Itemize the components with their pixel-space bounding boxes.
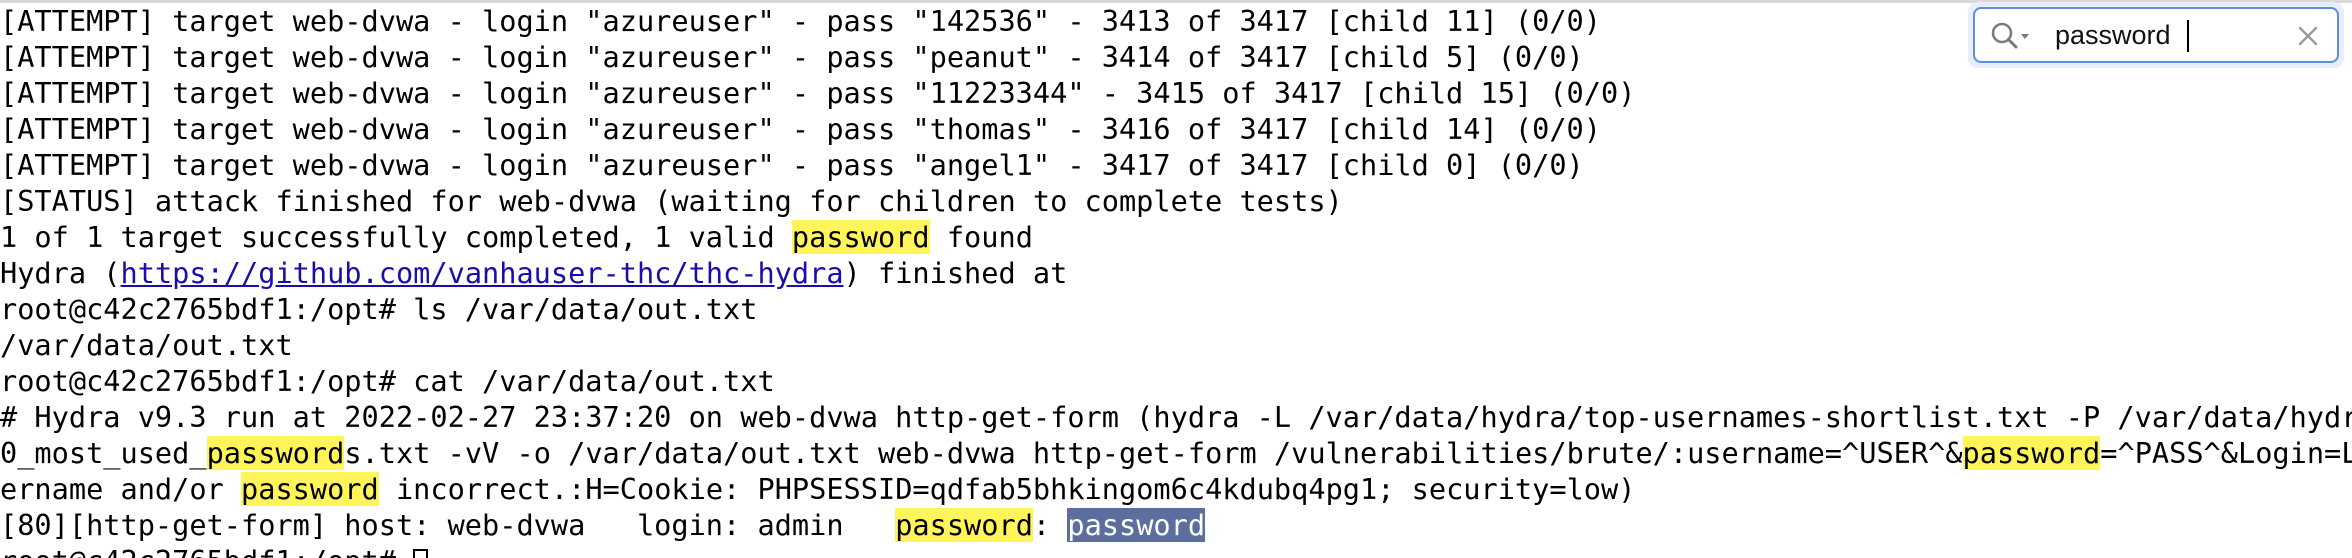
close-icon[interactable] <box>2293 21 2323 51</box>
line-text: ) finished at <box>843 256 1068 290</box>
terminal-line: 0_most_used_passwords.txt -vV -o /var/da… <box>0 435 2352 471</box>
terminal-line: [ATTEMPT] target web-dvwa - login "azure… <box>0 76 1636 110</box>
find-bar <box>1968 2 2344 68</box>
line-text: Hydra ( <box>0 256 121 290</box>
terminal-line: [ATTEMPT] target web-dvwa - login "azure… <box>0 112 1601 146</box>
find-input[interactable] <box>2055 17 2285 53</box>
terminal-line: 1 of 1 target successfully completed, 1 … <box>0 219 2352 255</box>
line-text: : <box>1032 508 1068 542</box>
terminal-line: Hydra (https://github.com/vanhauser-thc/… <box>0 255 2352 291</box>
terminal-line: /var/data/out.txt <box>0 328 293 362</box>
terminal-line: [80][http-get-form] host: web-dvwa login… <box>0 507 2352 543</box>
shell-prompt: root@c42c2765bdf1:/opt# <box>0 544 413 558</box>
terminal-line: root@c42c2765bdf1:/opt# ls /var/data/out… <box>0 292 758 326</box>
line-text: 0_most_used_ <box>0 436 207 470</box>
search-icon[interactable] <box>1989 20 2033 52</box>
line-text: ername and/or <box>0 472 242 506</box>
search-match: password <box>791 220 930 254</box>
terminal-output[interactable]: [ATTEMPT] target web-dvwa - login "azure… <box>0 3 2352 558</box>
current-search-match: password <box>1067 508 1206 542</box>
terminal-line: [STATUS] attack finished for web-dvwa (w… <box>0 184 1343 218</box>
github-link[interactable]: https://github.com/vanhauser-thc/thc-hyd… <box>121 256 844 290</box>
terminal-window[interactable]: [ATTEMPT] target web-dvwa - login "azure… <box>0 0 2352 558</box>
line-text: found <box>929 220 1033 254</box>
line-text: 1 of 1 target successfully completed, 1 … <box>0 220 792 254</box>
search-match: password <box>895 508 1033 542</box>
search-match: password <box>241 472 379 506</box>
line-text: incorrect.:H=Cookie: PHPSESSID=qdfab5bhk… <box>378 472 1636 506</box>
search-match: password <box>1962 436 2101 470</box>
terminal-line: root@c42c2765bdf1:/opt# cat /var/data/ou… <box>0 364 775 398</box>
line-text: s.txt -vV -o /var/data/out.txt web-dvwa … <box>344 436 1963 470</box>
terminal-line: [ATTEMPT] target web-dvwa - login "azure… <box>0 148 1584 182</box>
line-text: =^PASS^&Login=Login:F=Us <box>2100 436 2352 470</box>
text-caret <box>2187 20 2189 52</box>
terminal-cursor <box>413 549 429 558</box>
line-text: [80][http-get-form] host: web-dvwa login… <box>0 508 896 542</box>
search-match: password <box>206 436 345 470</box>
terminal-line: # Hydra v9.3 run at 2022-02-27 23:37:20 … <box>0 400 2352 434</box>
terminal-prompt-line[interactable]: root@c42c2765bdf1:/opt# <box>0 543 2352 558</box>
terminal-line: ername and/or password incorrect.:H=Cook… <box>0 471 2352 507</box>
find-field[interactable] <box>1973 7 2339 63</box>
